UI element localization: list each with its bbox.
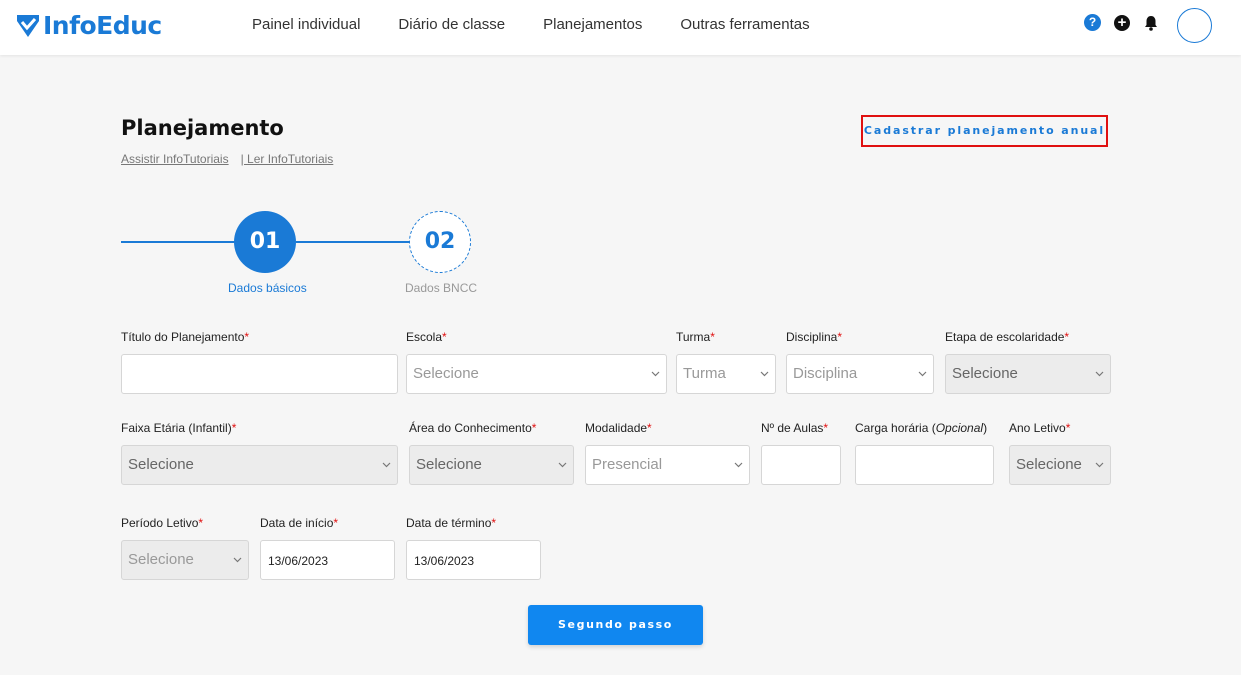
area-label: Área do Conhecimento* xyxy=(409,421,537,435)
etapa-select[interactable]: Selecione xyxy=(945,354,1111,394)
periodo-value: Selecione xyxy=(128,551,194,568)
modalidade-select[interactable]: Presencial xyxy=(585,445,750,485)
area-value: Selecione xyxy=(416,456,482,473)
carga-label: Carga horária (Opcional) xyxy=(855,421,988,435)
nav-painel-individual[interactable]: Painel individual xyxy=(252,16,360,33)
read-tutorials-link[interactable]: | Ler InfoTutoriais xyxy=(241,152,334,166)
disciplina-value: Disciplina xyxy=(793,365,858,382)
nav-outras-ferramentas[interactable]: Outras ferramentas xyxy=(680,16,809,33)
turma-label: Turma* xyxy=(676,330,715,344)
etapa-value: Selecione xyxy=(952,365,1018,382)
carga-input[interactable] xyxy=(855,445,994,485)
chevron-down-icon xyxy=(918,371,927,377)
next-step-button[interactable]: Segundo passo xyxy=(528,605,703,645)
faixa-value: Selecione xyxy=(128,456,194,473)
add-icon[interactable]: + xyxy=(1114,14,1130,31)
faixa-label: Faixa Etária (Infantil)* xyxy=(121,421,237,435)
main-nav: Painel individual Diário de classe Plane… xyxy=(252,16,848,33)
watch-tutorials-link[interactable]: Assistir InfoTutoriais xyxy=(121,152,229,166)
ano-value: Selecione xyxy=(1016,456,1082,473)
periodo-label: Período Letivo* xyxy=(121,516,204,530)
end-date-input[interactable]: 13/06/2023 xyxy=(406,540,541,580)
escola-label: Escola* xyxy=(406,330,447,344)
top-navbar: InfoEduc Painel individual Diário de cla… xyxy=(0,0,1241,55)
chevron-down-icon xyxy=(760,371,769,377)
avatar[interactable] xyxy=(1177,8,1212,43)
titulo-label: Título do Planejamento* xyxy=(121,330,250,344)
nav-diario-de-classe[interactable]: Diário de classe xyxy=(398,16,505,33)
stepper-line-left xyxy=(121,241,236,243)
etapa-label: Etapa de escolaridade* xyxy=(945,330,1070,344)
infoeduc-logo[interactable]: InfoEduc xyxy=(16,11,162,40)
disciplina-label: Disciplina* xyxy=(786,330,843,344)
escola-select[interactable]: Selecione xyxy=(406,354,667,394)
logo-mark-icon xyxy=(17,14,39,37)
faixa-select[interactable]: Selecione xyxy=(121,445,398,485)
step-2-label: Dados BNCC xyxy=(405,281,478,295)
bell-icon[interactable] xyxy=(1143,15,1159,31)
page-title: Planejamento xyxy=(121,116,284,140)
termino-label: Data de término* xyxy=(406,516,497,530)
escola-value: Selecione xyxy=(413,365,479,382)
start-date-input[interactable]: 13/06/2023 xyxy=(260,540,395,580)
chevron-down-icon xyxy=(651,371,660,377)
aulas-input[interactable] xyxy=(761,445,841,485)
step-1-label: Dados básicos xyxy=(228,281,307,295)
stepper-line-middle xyxy=(296,241,410,243)
modalidade-value: Presencial xyxy=(592,456,663,473)
step-1-circle[interactable]: 01 xyxy=(234,211,296,273)
register-annual-plan-button[interactable]: Cadastrar planejamento anual xyxy=(861,115,1108,147)
help-icon[interactable]: ? xyxy=(1084,14,1101,31)
tutorial-links: Assistir InfoTutoriais | Ler InfoTutoriai… xyxy=(121,152,333,166)
chevron-down-icon xyxy=(558,462,567,468)
nav-planejamentos[interactable]: Planejamentos xyxy=(543,16,642,33)
turma-select[interactable]: Turma xyxy=(676,354,776,394)
aulas-label: Nº de Aulas* xyxy=(761,421,829,435)
area-select[interactable]: Selecione xyxy=(409,445,574,485)
chevron-down-icon xyxy=(233,557,242,563)
modalidade-label: Modalidade* xyxy=(585,421,652,435)
ano-label: Ano Letivo* xyxy=(1009,421,1071,435)
chevron-down-icon xyxy=(1095,371,1104,377)
step-2-circle[interactable]: 02 xyxy=(409,211,471,273)
chevron-down-icon xyxy=(382,462,391,468)
ano-select[interactable]: Selecione xyxy=(1009,445,1111,485)
inicio-label: Data de início* xyxy=(260,516,339,530)
header-icons: ? + xyxy=(1084,14,1159,31)
titulo-input[interactable] xyxy=(121,354,398,394)
turma-value: Turma xyxy=(683,365,726,382)
chevron-down-icon xyxy=(734,462,743,468)
disciplina-select[interactable]: Disciplina xyxy=(786,354,934,394)
logo-text: InfoEduc xyxy=(43,11,162,40)
periodo-select[interactable]: Selecione xyxy=(121,540,249,580)
chevron-down-icon xyxy=(1095,462,1104,468)
